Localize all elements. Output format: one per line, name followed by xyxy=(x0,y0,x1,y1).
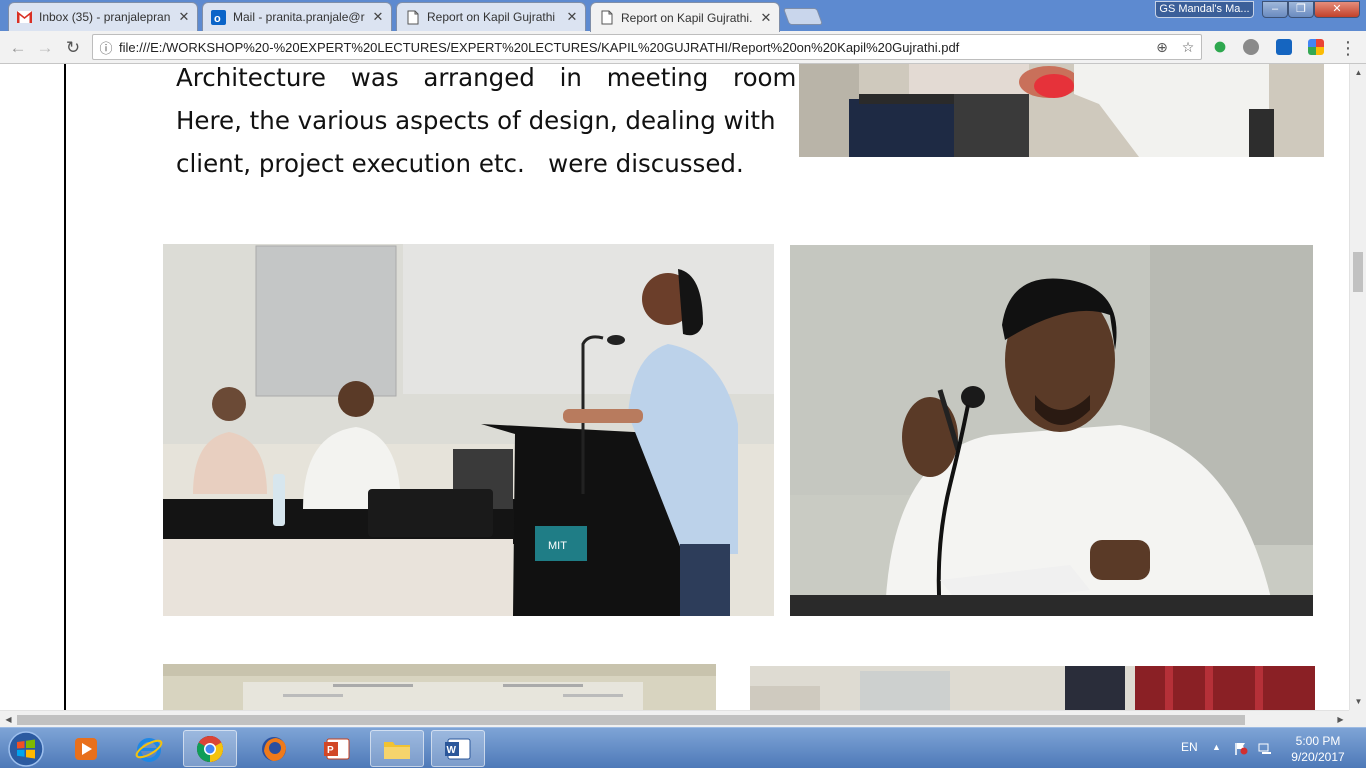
internet-explorer-icon[interactable] xyxy=(122,730,176,767)
document-icon xyxy=(599,10,614,25)
svg-text:o: o xyxy=(214,13,221,25)
podium-sign: MIT xyxy=(548,540,567,552)
reload-button[interactable]: ↻ xyxy=(61,36,85,60)
address-bar[interactable]: ⓘ file:///E:/WORKSHOP%20-%20EXPERT%20LEC… xyxy=(92,34,1202,60)
outlook-icon: o xyxy=(211,9,226,25)
document-icon xyxy=(405,10,420,25)
back-button[interactable]: ← xyxy=(6,36,30,60)
scroll-up-arrow-icon[interactable]: ▲ xyxy=(1350,64,1366,81)
network-icon[interactable] xyxy=(1258,742,1272,755)
tab-title: Report on Kapil Gujrathi xyxy=(427,10,556,24)
windows-taskbar: P W EN ▲ 5:00 PM 9/20/2017 xyxy=(0,727,1366,768)
green-extension-icon[interactable] xyxy=(1212,39,1228,55)
grey-extension-icon[interactable] xyxy=(1243,39,1259,55)
forward-button[interactable]: → xyxy=(33,36,57,60)
bookmark-star-icon[interactable]: ☆ xyxy=(1175,39,1201,56)
browser-toolbar: ← → ↻ ⓘ file:///E:/WORKSHOP%20-%20EXPERT… xyxy=(0,31,1366,64)
report-paragraph: Architecture was arranged in meeting roo… xyxy=(176,64,804,185)
url-text[interactable]: file:///E:/WORKSHOP%20-%20EXPERT%20LECTU… xyxy=(119,40,1149,55)
close-window-button[interactable]: ✕ xyxy=(1314,1,1360,18)
firefox-icon[interactable] xyxy=(247,730,301,767)
start-button[interactable] xyxy=(2,729,50,769)
photo-handshake xyxy=(799,64,1324,157)
scrollbar-corner xyxy=(1349,710,1366,727)
minimize-button[interactable]: ‒ xyxy=(1262,1,1288,18)
tab-gmail[interactable]: Inbox (35) - pranjalepran ✕ xyxy=(8,2,198,31)
scroll-right-arrow-icon[interactable]: ▶ xyxy=(1332,711,1349,728)
tab-close-icon[interactable]: ✕ xyxy=(371,9,385,25)
multicolor-extension-icon[interactable] xyxy=(1308,39,1324,55)
photo-hall xyxy=(163,664,716,710)
tab-title: Mail - pranita.pranjale@r xyxy=(233,10,365,24)
paragraph-line-text: Architecture was arranged in meeting roo… xyxy=(176,64,805,92)
vertical-scroll-thumb[interactable] xyxy=(1353,252,1363,292)
horizontal-scrollbar[interactable]: ◀ ▶ xyxy=(0,710,1349,727)
gmail-icon xyxy=(17,10,32,25)
menu-icon[interactable]: ⋮ xyxy=(1336,36,1360,60)
tab-outlook[interactable]: o Mail - pranita.pranjale@r ✕ xyxy=(202,2,392,31)
tab-report-1[interactable]: Report on Kapil Gujrathi ✕ xyxy=(396,2,586,31)
clock-time: 5:00 PM xyxy=(1295,734,1341,748)
file-explorer-icon[interactable] xyxy=(370,730,424,767)
zoom-icon[interactable]: ⊕ xyxy=(1149,39,1175,56)
powerpoint-icon[interactable]: P xyxy=(310,730,364,767)
horizontal-scroll-thumb[interactable] xyxy=(17,715,1245,725)
tab-close-icon[interactable]: ✕ xyxy=(565,9,579,25)
tab-close-icon[interactable]: ✕ xyxy=(177,9,191,25)
paragraph-line-3: client, project execution etc. were disc… xyxy=(176,149,744,178)
clock-date: 9/20/2017 xyxy=(1291,750,1345,764)
paragraph-line-1: Architecture was arranged in meeting roo… xyxy=(176,64,804,99)
page-left-border xyxy=(64,64,66,710)
profile-button[interactable]: GS Mandal's Ma... xyxy=(1155,1,1254,18)
tab-report-2[interactable]: Report on Kapil Gujrathi. ✕ xyxy=(590,2,780,32)
tab-close-icon[interactable]: ✕ xyxy=(759,10,773,26)
photo-speaker-podium: MIT xyxy=(163,244,774,616)
scroll-left-arrow-icon[interactable]: ◀ xyxy=(0,711,17,728)
blue-extension-icon[interactable] xyxy=(1276,39,1292,55)
action-center-flag-icon[interactable] xyxy=(1234,742,1248,755)
photo-room xyxy=(750,666,1315,710)
photo-speaker-mic xyxy=(790,245,1313,616)
new-tab-button[interactable] xyxy=(782,8,824,25)
restore-button[interactable]: ❐ xyxy=(1288,1,1314,18)
windows-logo-icon xyxy=(8,731,44,767)
chrome-icon[interactable] xyxy=(183,730,237,767)
tab-strip: Inbox (35) - pranjalepran ✕ o Mail - pra… xyxy=(0,0,1366,32)
windows-media-player-icon[interactable] xyxy=(59,730,113,767)
scroll-down-arrow-icon[interactable]: ▼ xyxy=(1350,693,1366,710)
vertical-scrollbar[interactable]: ▲ ▼ xyxy=(1349,64,1366,710)
info-icon[interactable]: ⓘ xyxy=(93,38,119,57)
word-icon[interactable]: W xyxy=(431,730,485,767)
language-indicator[interactable]: EN xyxy=(1181,740,1198,754)
svg-text:P: P xyxy=(327,745,334,756)
tab-title: Report on Kapil Gujrathi. xyxy=(621,10,753,25)
svg-text:W: W xyxy=(447,745,457,756)
system-clock[interactable]: 5:00 PM 9/20/2017 xyxy=(1283,733,1353,765)
pdf-viewport[interactable]: Architecture was arranged in meeting roo… xyxy=(0,64,1349,710)
show-hidden-icons-icon[interactable]: ▲ xyxy=(1212,742,1226,755)
paragraph-line-2: Here, the various aspects of design, dea… xyxy=(176,106,776,135)
tab-title: Inbox (35) - pranjalepran xyxy=(39,10,171,24)
